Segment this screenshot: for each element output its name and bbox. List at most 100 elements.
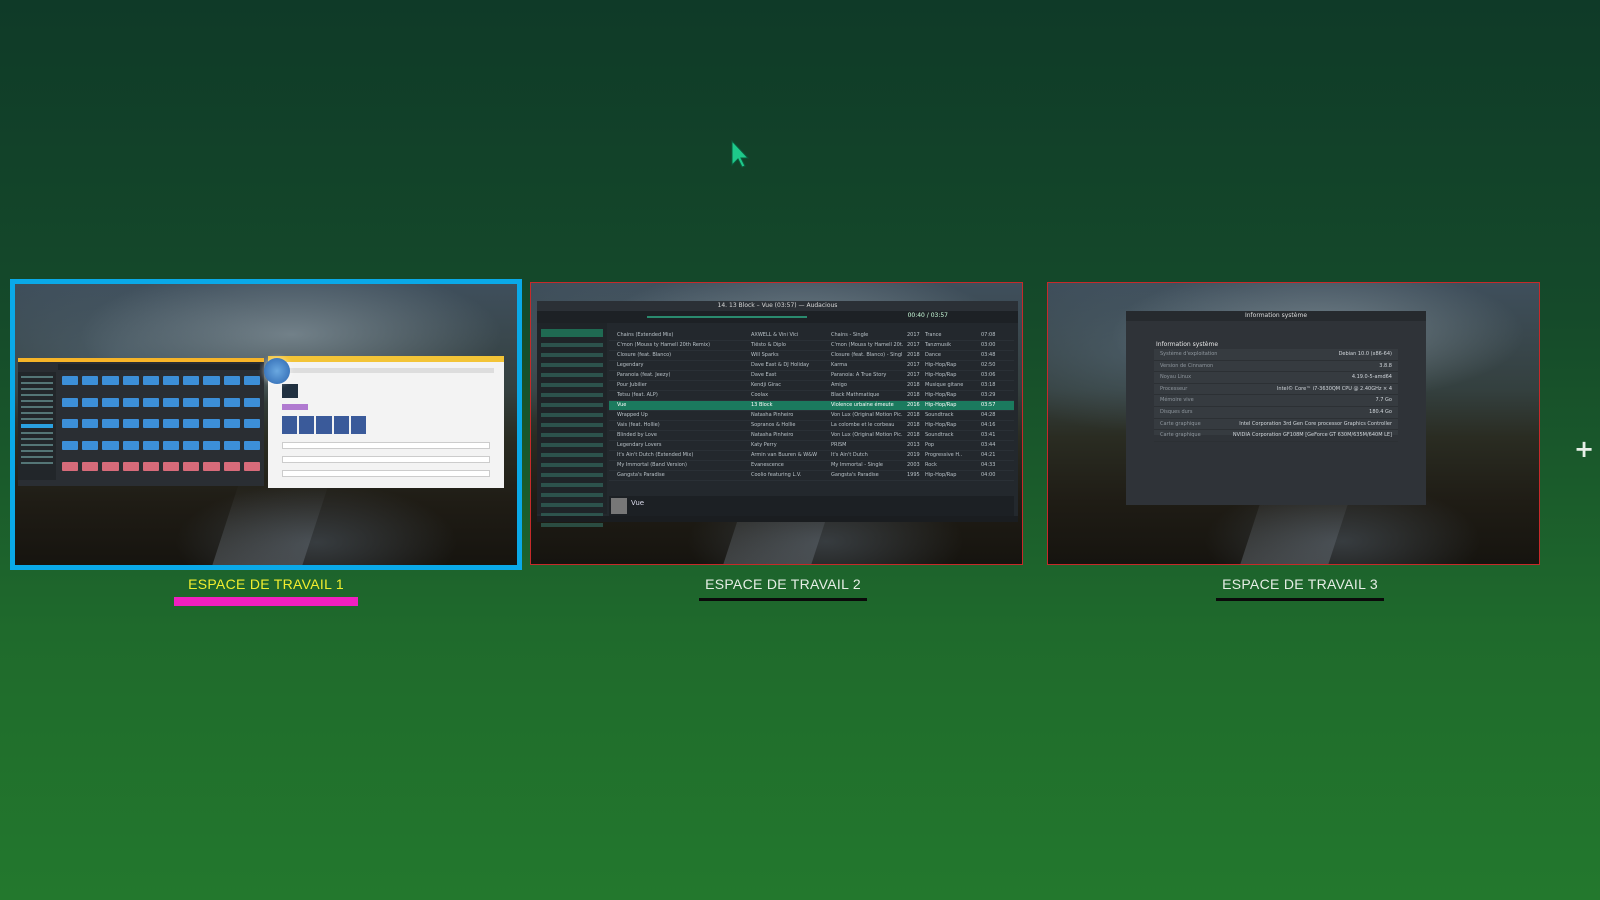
track-time: 03:44	[981, 442, 996, 448]
track-title: C'mon (Mouss ty Hamell 20th Remix)	[617, 342, 711, 348]
track-artist: Kendji Girac	[751, 382, 781, 388]
workspace-label-3[interactable]: ESPACE DE TRAVAIL 3	[1120, 576, 1480, 601]
track-row[interactable]: Pour Jubilier Kendji Girac Amigo 2018 Musiqu…	[609, 381, 1014, 391]
track-row[interactable]: It's Ain't Dutch (Extended Mix) Armin van…	[609, 451, 1014, 461]
mouse-cursor-icon	[731, 139, 750, 168]
track-time: 03:57	[981, 402, 996, 408]
track-year: 2019	[907, 452, 920, 458]
track-year: 2017	[907, 362, 920, 368]
track-row[interactable]: Paranoia (feat. Jeezy) Dave East Paranoia:…	[609, 371, 1014, 381]
track-year: 1995	[907, 472, 920, 478]
track-album: La colombe et le corbeau	[831, 422, 895, 428]
track-row[interactable]: C'mon (Mouss ty Hamell 20th Remix) Tiësto…	[609, 341, 1014, 351]
track-genre: Trance	[925, 332, 942, 338]
track-row[interactable]: Gangsta's Paradise Coolio featuring L.V. G…	[609, 471, 1014, 481]
system-info-title: Information système	[1126, 311, 1426, 321]
track-row[interactable]: Blinded by Love Natasha Pinheiro Von Lux (…	[609, 431, 1014, 441]
track-genre: Musique gitane	[925, 382, 964, 388]
system-info-row: Carte graphique Intel Corporation 3rd Gen…	[1154, 419, 1398, 431]
add-workspace-button[interactable]: +	[1574, 437, 1594, 461]
track-title: My Immortal (Band Version)	[617, 462, 687, 468]
file-manager-sidebar	[18, 372, 56, 480]
track-album: Gangsta's Paradise	[831, 472, 879, 478]
music-player-window[interactable]: 14. 13 Block – Vue (03:57) — Audacious 0…	[537, 301, 1018, 527]
track-artist: Tiësto & Diplo	[751, 342, 786, 348]
file-manager-window[interactable]	[18, 358, 264, 486]
track-artist: AXWELL & Vini Vici	[751, 332, 799, 338]
track-year: 2018	[907, 422, 920, 428]
track-time: 04:28	[981, 412, 996, 418]
playback-progress	[647, 316, 807, 318]
playlist-sidebar	[537, 323, 607, 527]
track-year: 2003	[907, 462, 920, 468]
track-time: 03:48	[981, 352, 996, 358]
track-list: Chains (Extended Mix) AXWELL & Vini Vici C…	[609, 331, 1014, 494]
track-time: 03:29	[981, 392, 996, 398]
track-year: 2017	[907, 332, 920, 338]
track-genre: Hip-Hop/Rap	[925, 362, 957, 368]
track-time: 03:41	[981, 432, 996, 438]
track-artist: Katy Perry	[751, 442, 777, 448]
info-key: Carte graphique	[1160, 420, 1201, 427]
track-time: 04:33	[981, 462, 996, 468]
track-row[interactable]: My Immortal (Band Version) Evanescence My …	[609, 461, 1014, 471]
system-info-row: Version de Cinnamon 3.8.8	[1154, 361, 1398, 373]
system-info-window[interactable]: Information système Information système …	[1126, 311, 1426, 505]
track-artist: Dave East	[751, 372, 777, 378]
track-album: C'mon (Mouss ty Hamell 20t..	[831, 342, 903, 348]
track-title: Tetsu (feat. ALP)	[617, 392, 658, 398]
track-time: 04:21	[981, 452, 996, 458]
track-row[interactable]: Legendary Lovers Katy Perry PRISM 2013 Pop 03…	[609, 441, 1014, 451]
track-row[interactable]: Legendary Dave East & DJ Holiday Karma 2017…	[609, 361, 1014, 371]
track-year: 2018	[907, 382, 920, 388]
track-album: Karma	[831, 362, 848, 368]
browser-window[interactable]	[268, 356, 504, 488]
player-toolbar: 00:40 / 03:57	[537, 311, 1018, 323]
track-time: 03:06	[981, 372, 996, 378]
track-genre: Dance	[925, 352, 941, 358]
track-title: Paranoia (feat. Jeezy)	[617, 372, 671, 378]
track-title: It's Ain't Dutch (Extended Mix)	[617, 452, 694, 458]
music-player-title: 14. 13 Block – Vue (03:57) — Audacious	[537, 301, 1018, 311]
track-album: Amigo	[831, 382, 847, 388]
track-row[interactable]: Vais (feat. Hollie) Sopranos & Hollie La c…	[609, 421, 1014, 431]
track-album: PRISM	[831, 442, 847, 448]
info-value: 7.7 Go	[1375, 397, 1392, 404]
track-title: Gangsta's Paradise	[617, 472, 665, 478]
info-key: Système d'exploitation	[1160, 351, 1218, 357]
track-time: 03:18	[981, 382, 996, 388]
track-genre: Hip-Hop/Rap	[925, 422, 957, 428]
workspace-thumbnail-1[interactable]	[10, 279, 522, 570]
track-year: 2013	[907, 442, 920, 448]
info-key: Mémoire vive	[1160, 397, 1194, 404]
workspace-label-2[interactable]: ESPACE DE TRAVAIL 2	[603, 576, 963, 601]
workspace-thumbnail-3[interactable]: Information système Information système …	[1047, 282, 1540, 565]
now-playing-bar: Vue	[609, 496, 1014, 516]
track-genre: Hip-Hop/Rap	[925, 402, 957, 408]
track-artist: Coolio featuring L.V.	[751, 472, 802, 478]
track-genre: Hip-Hop/Rap	[925, 392, 957, 398]
track-row[interactable]: Tetsu (feat. ALP) Coolax Black Mathmatique…	[609, 391, 1014, 401]
info-key: Version de Cinnamon	[1160, 362, 1214, 369]
track-genre: Tanzmusik	[925, 342, 952, 348]
track-time: 04:00	[981, 472, 996, 478]
track-row[interactable]: Chains (Extended Mix) AXWELL & Vini Vici C…	[609, 331, 1014, 341]
track-genre: Soundtrack	[925, 432, 954, 438]
track-year: 2018	[907, 352, 920, 358]
track-time: 04:16	[981, 422, 996, 428]
album-art	[611, 498, 627, 514]
track-genre: Hip-Hop/Rap	[925, 372, 957, 378]
active-indicator	[174, 597, 358, 606]
track-time: 03:00	[981, 342, 996, 348]
track-album: Von Lux (Original Motion Pic..	[831, 432, 903, 438]
track-row[interactable]: Vue 13 Block Violence urbaine émeute 2016 Hi…	[609, 401, 1014, 411]
info-value: NVIDIA Corporation GF108M [GeForce GT 63…	[1232, 432, 1392, 439]
workspace-thumbnail-2[interactable]: 14. 13 Block – Vue (03:57) — Audacious 0…	[530, 282, 1023, 565]
file-grid	[62, 376, 260, 478]
track-album: It's Ain't Dutch	[831, 452, 868, 458]
track-title: Pour Jubilier	[617, 382, 647, 388]
track-row[interactable]: Wrapped Up Natasha Pinheiro Von Lux (Origi…	[609, 411, 1014, 421]
track-year: 2017	[907, 342, 920, 348]
workspace-label-1[interactable]: ESPACE DE TRAVAIL 1	[86, 576, 446, 606]
track-row[interactable]: Closure (feat. Blanco) Will Sparks Closure…	[609, 351, 1014, 361]
